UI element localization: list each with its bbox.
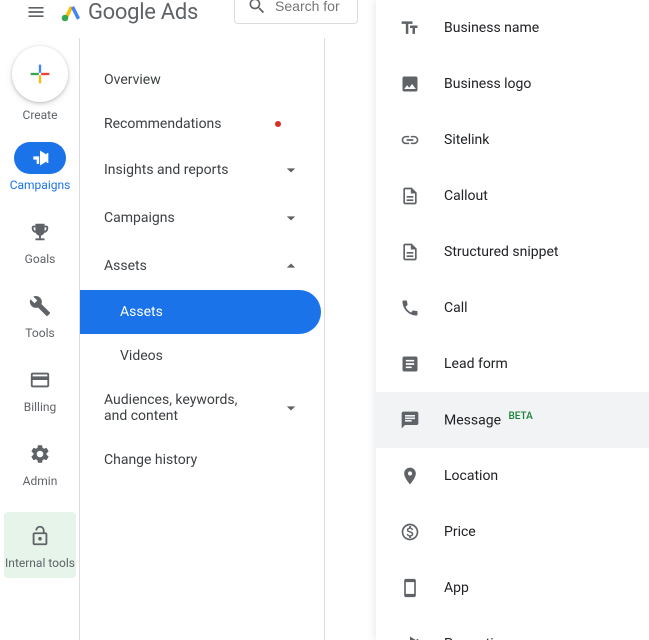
rail-item-internal-tools[interactable]: Internal tools <box>4 512 76 578</box>
rail-item-label: Internal tools <box>5 556 75 570</box>
nav-overview[interactable]: Overview <box>80 58 325 102</box>
promotion-icon <box>400 634 420 640</box>
rail-item-goals[interactable]: Goals <box>4 216 76 266</box>
left-rail: Create Campaigns Goals Tools Billing Adm… <box>0 38 80 640</box>
menu-button[interactable] <box>24 0 48 24</box>
location-icon <box>400 466 420 486</box>
nav-label: Campaigns <box>104 210 175 226</box>
logo[interactable]: Google Ads <box>60 0 198 25</box>
menu-item-promotion[interactable]: Promotion <box>376 616 649 640</box>
google-ads-logo-icon <box>60 0 84 24</box>
image-icon <box>400 74 420 94</box>
rail-item-label: Goals <box>25 252 56 266</box>
menu-item-label: Business name <box>444 20 539 36</box>
nav-label: Recommendations <box>104 116 222 132</box>
create-label: Create <box>23 108 58 122</box>
menu-item-call[interactable]: Call <box>376 280 649 336</box>
menu-item-label: Lead form <box>444 356 508 372</box>
nav-sub-label: Videos <box>120 348 163 364</box>
chevron-down-icon <box>281 208 301 228</box>
document-icon <box>400 242 420 262</box>
plus-icon <box>26 60 54 88</box>
nav-label: Insights and reports <box>104 162 229 178</box>
nav-sub-label: Assets <box>120 304 163 320</box>
menu-item-label: Message BETA <box>444 411 533 429</box>
menu-item-structured-snippet[interactable]: Structured snippet <box>376 224 649 280</box>
asset-type-menu: Business name Business logo Sitelink Cal… <box>376 0 649 640</box>
nav-insights[interactable]: Insights and reports <box>80 146 325 194</box>
menu-item-callout[interactable]: Callout <box>376 168 649 224</box>
nav-sub-videos[interactable]: Videos <box>80 334 325 378</box>
nav-label: Change history <box>104 452 197 468</box>
rail-item-label: Admin <box>23 474 58 488</box>
chevron-up-icon <box>281 256 301 276</box>
menu-item-business-name[interactable]: Business name <box>376 0 649 56</box>
menu-item-app[interactable]: App <box>376 560 649 616</box>
hamburger-icon <box>26 2 46 22</box>
chevron-down-icon <box>281 398 301 418</box>
search-box[interactable] <box>234 0 358 24</box>
nav-label: Audiences, keywords, and content <box>104 392 264 424</box>
menu-item-price[interactable]: Price <box>376 504 649 560</box>
nav-audiences[interactable]: Audiences, keywords, and content <box>80 378 325 438</box>
megaphone-icon <box>30 148 50 168</box>
menu-item-label: Price <box>444 524 476 540</box>
rail-item-campaigns[interactable]: Campaigns <box>4 142 76 192</box>
rail-item-label: Tools <box>25 326 54 340</box>
text-icon <box>400 18 420 38</box>
menu-item-location[interactable]: Location <box>376 448 649 504</box>
rail-item-billing[interactable]: Billing <box>4 364 76 414</box>
trophy-icon <box>29 221 51 243</box>
chevron-down-icon <box>281 160 301 180</box>
document-icon <box>400 186 420 206</box>
menu-item-lead-form[interactable]: Lead form <box>376 336 649 392</box>
rail-item-tools[interactable]: Tools <box>4 290 76 340</box>
nav-assets[interactable]: Assets <box>80 242 325 290</box>
nav-campaigns[interactable]: Campaigns <box>80 194 325 242</box>
lock-open-icon <box>29 525 51 547</box>
menu-item-label: Location <box>444 468 498 484</box>
menu-item-message[interactable]: Message BETA <box>376 392 649 448</box>
form-icon <box>400 354 420 374</box>
price-icon <box>400 522 420 542</box>
rail-item-admin[interactable]: Admin <box>4 438 76 488</box>
phone-device-icon <box>400 578 420 598</box>
nav-recommendations[interactable]: Recommendations <box>80 102 325 146</box>
alert-dot-icon <box>275 121 281 127</box>
menu-item-label: Structured snippet <box>444 244 558 260</box>
menu-item-label: Call <box>444 300 468 316</box>
menu-item-label: Promotion <box>444 636 509 640</box>
nav-change-history[interactable]: Change history <box>80 438 325 482</box>
menu-item-label: Callout <box>444 188 488 204</box>
beta-badge: BETA <box>508 411 532 422</box>
menu-item-label: Sitelink <box>444 132 489 148</box>
menu-item-label: App <box>444 580 469 596</box>
link-icon <box>400 130 420 150</box>
nav-label: Assets <box>104 258 147 274</box>
create-button[interactable] <box>12 46 68 102</box>
search-input[interactable] <box>275 0 345 14</box>
rail-item-label: Billing <box>24 400 57 414</box>
card-icon <box>29 369 51 391</box>
gear-icon <box>29 443 51 465</box>
menu-item-label: Business logo <box>444 76 531 92</box>
logo-text: Google Ads <box>88 0 198 25</box>
message-icon <box>400 410 420 430</box>
search-icon <box>247 0 267 16</box>
nav-label: Overview <box>104 72 161 88</box>
menu-item-sitelink[interactable]: Sitelink <box>376 112 649 168</box>
menu-item-business-logo[interactable]: Business logo <box>376 56 649 112</box>
nav-sub-assets[interactable]: Assets <box>80 290 321 334</box>
tools-icon <box>29 295 51 317</box>
nav-panel: Overview Recommendations Insights and re… <box>80 38 325 640</box>
phone-icon <box>400 298 420 318</box>
rail-item-label: Campaigns <box>10 178 71 192</box>
